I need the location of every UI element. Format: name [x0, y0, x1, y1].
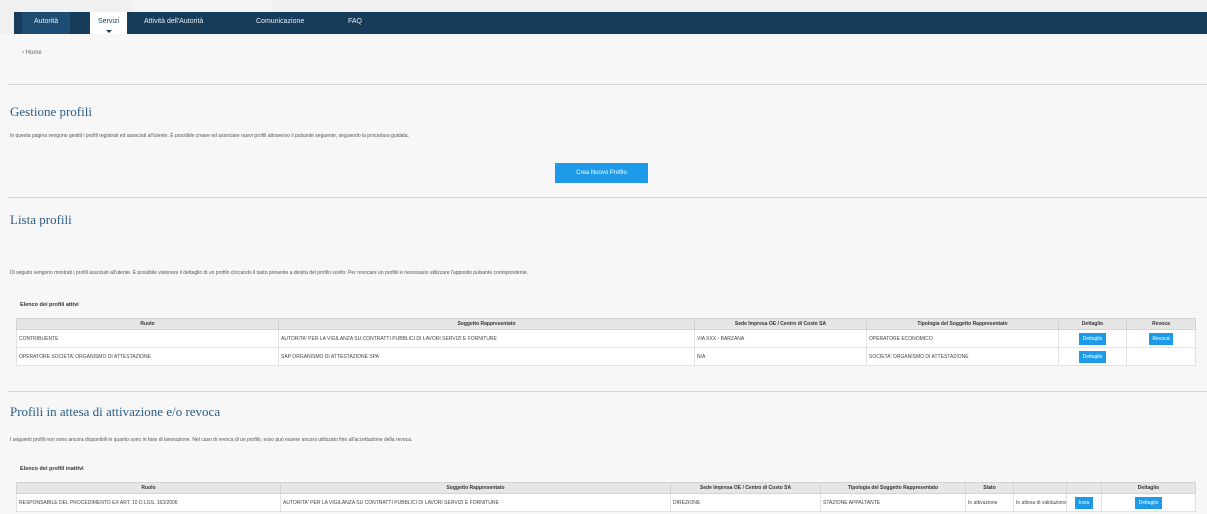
col-tipologia: Tipologia del Soggetto Rappresentato [820, 482, 966, 494]
dettaglio-button[interactable]: Dettaglio [1134, 496, 1163, 509]
cell-sede: DIREZIONE [670, 493, 821, 512]
invia-button[interactable]: Invia [1074, 496, 1094, 509]
gestione-title: Gestione profili [10, 104, 92, 119]
revoca-button[interactable]: Revoca [1148, 332, 1174, 345]
col-tipologia: Tipologia del Soggetto Rappresentato [866, 318, 1059, 330]
main-nav: Autorità Servizi Attività dell'Autorità … [14, 12, 1207, 34]
attesa-title: Profili in attesa di attivazione e/o rev… [10, 404, 221, 419]
cell-soggetto: AUTORITA' PER LA VIGILANZA SU CONTRATTI … [280, 493, 671, 512]
dettaglio-button[interactable]: Dettaglio [1078, 332, 1107, 345]
cell-sede: VIA XXX - BARZANA [694, 329, 867, 348]
col-sede: Sede Impresa OE / Centro di Costo SA [670, 482, 821, 494]
divider [8, 84, 1207, 85]
nav-item-faq[interactable]: FAQ [348, 12, 362, 34]
cell-tipologia: SOCIETA' ORGANISMO DI ATTESTAZIONE [866, 347, 1059, 366]
cell-revoca [1126, 347, 1196, 366]
table-row: OPERATORE SOCIETA' ORGANISMO DI ATTESTAZ… [16, 347, 1196, 366]
cell-dettaglio: Dettaglio [1101, 493, 1196, 512]
create-profile-button[interactable]: Crea Nuovo Profilo [555, 163, 648, 183]
col-stato-note [1013, 482, 1067, 494]
active-caret-icon [105, 30, 112, 33]
divider [8, 197, 1207, 198]
attesa-description: I seguenti profili non sono ancora dispo… [10, 437, 413, 443]
nav-item-comunicazione[interactable]: Comunicazione [256, 12, 304, 34]
col-ruolo: Ruolo [16, 482, 281, 494]
dettaglio-button[interactable]: Dettaglio [1078, 350, 1107, 363]
gestione-description: In questa pagina vengono gestiti i profi… [10, 133, 409, 139]
cell-dettaglio: Dettaglio [1058, 347, 1127, 366]
cell-dettaglio: Dettaglio [1058, 329, 1127, 348]
table-header-row: Ruolo Soggetto Rappresentato Sede Impres… [16, 318, 1196, 330]
top-header: Autorità Servizi Attività dell'Autorità … [0, 0, 1207, 34]
col-soggetto: Soggetto Rappresentato [280, 482, 671, 494]
inactive-profiles-table: Ruolo Soggetto Rappresentato Sede Impres… [16, 482, 1196, 512]
nav-item-servizi[interactable]: Servizi [90, 12, 128, 34]
active-profiles-table: Ruolo Soggetto Rappresentato Sede Impres… [16, 318, 1196, 366]
cell-azione: Invia [1066, 493, 1102, 512]
cell-stato: In attivazione [965, 493, 1014, 512]
cell-tipologia: OPERATORE ECONOMICO [866, 329, 1059, 348]
col-sede: Sede Impresa OE / Centro di Costo SA [694, 318, 867, 330]
breadcrumb[interactable]: › Home [22, 50, 42, 56]
cell-tipologia: STAZIONE APPALTANTE [820, 493, 966, 512]
inactive-profiles-subhead: Elenco dei profili inattivi [20, 466, 84, 472]
nav-item-attivita[interactable]: Attività dell'Autorità [144, 12, 203, 34]
col-stato: Stato [965, 482, 1014, 494]
nav-item-label: Servizi [98, 18, 120, 25]
cell-soggetto: AUTORITA' PER LA VIGILANZA SU CONTRATTI … [278, 329, 695, 348]
col-revoca: Revoca [1126, 318, 1196, 330]
cell-soggetto: SAP ORGANISMO DI ATTESTAZIONE SPA [278, 347, 695, 366]
cell-sede: N/A [694, 347, 867, 366]
active-profiles-subhead: Elenco dei profili attivi [20, 302, 79, 308]
col-ruolo: Ruolo [16, 318, 279, 330]
cell-revoca: Revoca [1126, 329, 1196, 348]
cell-ruolo: OPERATORE SOCIETA' ORGANISMO DI ATTESTAZ… [16, 347, 279, 366]
table-row: CONTRIBUENTE AUTORITA' PER LA VIGILANZA … [16, 329, 1196, 348]
table-row: RESPONSABILE DEL PROCEDIMENTO EX ART. 10… [16, 493, 1196, 512]
lista-description: Di seguito vengono mostrati i profili as… [10, 270, 529, 276]
divider [8, 391, 1207, 392]
col-dettaglio: Dettaglio [1101, 482, 1196, 494]
cell-ruolo: CONTRIBUENTE [16, 329, 279, 348]
col-azione [1066, 482, 1102, 494]
col-soggetto: Soggetto Rappresentato [278, 318, 695, 330]
col-dettaglio: Dettaglio [1058, 318, 1127, 330]
cell-ruolo: RESPONSABILE DEL PROCEDIMENTO EX ART. 10… [16, 493, 281, 512]
nav-item-autorita[interactable]: Autorità [22, 12, 71, 34]
table-header-row: Ruolo Soggetto Rappresentato Sede Impres… [16, 482, 1196, 494]
lista-title: Lista profili [10, 212, 72, 227]
cell-stato-note: In attesa di validazione [1013, 493, 1067, 512]
